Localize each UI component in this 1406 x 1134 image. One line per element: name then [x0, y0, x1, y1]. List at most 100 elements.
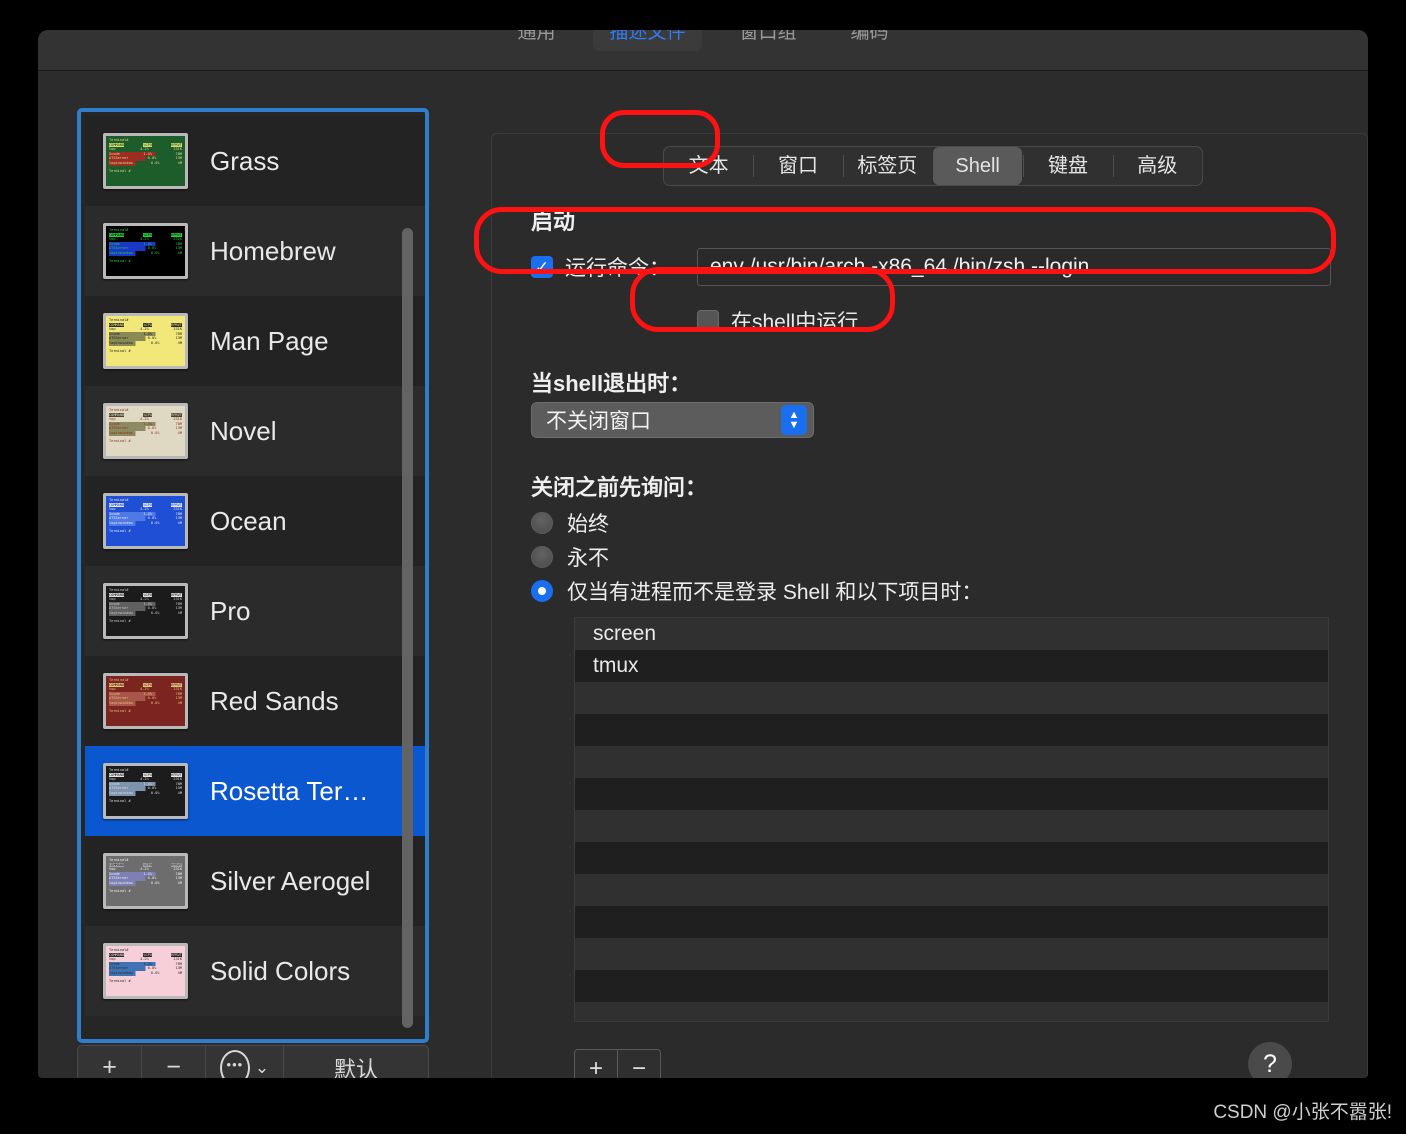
run-command-label: 运行命令：: [565, 257, 670, 280]
profile-thumbnail: Terminal# COMMAND %CPU RPRVT top 4.2% 231K Xcod…: [103, 493, 188, 549]
remove-profile-button[interactable]: −: [142, 1046, 206, 1078]
process-list-empty-row: [575, 810, 1328, 842]
terminal-preferences-window: 通用 描述文件 窗口组 编码 Terminal# COMMAND %CPU RPRVT…: [38, 30, 1368, 1078]
tab-general[interactable]: 通用: [501, 30, 571, 51]
profile-name: Red Sands: [210, 685, 339, 716]
profile-thumbnail: Terminal# COMMAND %CPU RPRVT top 4.2% 231K Xcod…: [103, 763, 188, 819]
chevron-down-icon: ⌄: [254, 1057, 270, 1077]
profiles-list-container: Terminal# COMMAND %CPU RPRVT top 4.2% 231K Xcod…: [77, 108, 429, 1043]
tab-advanced[interactable]: 高级: [1112, 147, 1202, 185]
process-list-empty-row: [575, 746, 1328, 778]
tab-window-groups[interactable]: 窗口组: [724, 30, 813, 51]
profile-thumbnail: Terminal# COMMAND %CPU RPRVT top 4.2% 231K Xcod…: [103, 223, 188, 279]
tab-text[interactable]: 文本: [664, 147, 753, 185]
on-shell-exit-title: 当shell退出时：: [531, 371, 692, 396]
profile-name: Man Page: [210, 325, 329, 356]
run-in-shell-row: 在shell中运行: [697, 306, 858, 336]
profile-list-item[interactable]: Terminal# COMMAND %CPU RPRVT top 4.2% 231K Xcod…: [85, 836, 425, 926]
profiles-sidebar: Terminal# COMMAND %CPU RPRVT top 4.2% 231K Xcod…: [77, 108, 429, 1043]
on-shell-exit-value: 不关闭窗口: [546, 410, 651, 433]
process-list-item[interactable]: screen: [575, 618, 1328, 650]
run-command-checkbox[interactable]: ✓: [531, 256, 553, 278]
preferences-tab-bar[interactable]: 通用 描述文件 窗口组 编码: [38, 30, 1368, 54]
tab-keyboard[interactable]: 键盘: [1023, 147, 1112, 185]
screenshot-root: 通用 描述文件 窗口组 编码 Terminal# COMMAND %CPU RPRVT…: [0, 0, 1406, 1134]
set-default-profile-button[interactable]: 默认: [284, 1046, 428, 1079]
process-list-empty-row: [575, 938, 1328, 970]
profiles-list[interactable]: Terminal# COMMAND %CPU RPRVT top 4.2% 231K Xcod…: [85, 116, 425, 1039]
profile-list-item[interactable]: Terminal# COMMAND %CPU RPRVT top 4.2% 231K Xcod…: [85, 656, 425, 746]
ask-before-closing-title: 关闭之前先询问：: [531, 475, 708, 500]
profile-name: Silver Aerogel: [210, 865, 371, 896]
profile-thumbnail: Terminal# COMMAND %CPU RPRVT top 4.2% 231K Xcod…: [103, 943, 188, 999]
watermark: CSDN @小张不嚣张!: [1213, 1102, 1392, 1123]
run-command-input[interactable]: [697, 248, 1331, 286]
profile-thumbnail: Terminal# COMMAND %CPU RPRVT top 4.2% 231K Xcod…: [103, 313, 188, 369]
sidebar-bottom-toolbar: + − ••• ⌄ 默认: [77, 1045, 429, 1078]
on-shell-exit-select[interactable]: 不关闭窗口 ▲ ▼: [531, 402, 814, 438]
ask-option-never[interactable]: 永不: [531, 542, 609, 572]
process-list-empty-row: [575, 1002, 1328, 1021]
profile-name: Pro: [210, 595, 251, 626]
profile-list-item[interactable]: Terminal# COMMAND %CPU RPRVT top 4.2% 231K Xcod…: [85, 206, 425, 296]
profile-list-item[interactable]: Terminal# COMMAND %CPU RPRVT top 4.2% 231K Xcod…: [85, 116, 425, 206]
process-list-empty-row: [575, 778, 1328, 810]
profile-thumbnail: Terminal# COMMAND %CPU RPRVT top 4.2% 231K Xcod…: [103, 673, 188, 729]
process-list-empty-row: [575, 970, 1328, 1002]
radio-only-processes-label: 仅当有进程而不是登录 Shell 和以下项目时：: [567, 581, 983, 604]
profile-list-item[interactable]: Terminal# COMMAND %CPU RPRVT top 4.2% 231K Xcod…: [85, 476, 425, 566]
profile-list-item[interactable]: Terminal# COMMAND %CPU RPRVT top 4.2% 231K Xcod…: [85, 566, 425, 656]
tab-window[interactable]: 窗口: [753, 147, 842, 185]
process-list-empty-row: [575, 682, 1328, 714]
profile-name: Grass: [210, 145, 280, 176]
add-process-button[interactable]: +: [575, 1050, 617, 1078]
tab-encodings[interactable]: 编码: [835, 30, 905, 51]
tab-profiles[interactable]: 描述文件: [593, 30, 702, 51]
process-list-empty-row: [575, 842, 1328, 874]
startup-section-title: 启动: [531, 209, 576, 234]
profile-list-item[interactable]: Terminal# COMMAND %CPU RPRVT top 4.2% 231K Xcod…: [85, 926, 425, 1016]
sidebar-scrollbar-track[interactable]: [399, 118, 415, 1038]
profile-name: Homebrew: [210, 235, 336, 266]
help-button[interactable]: ?: [1248, 1042, 1292, 1078]
ask-option-only-processes[interactable]: 仅当有进程而不是登录 Shell 和以下项目时：: [531, 576, 982, 606]
profile-settings-pane: 文本 窗口 标签页 Shell 键盘 高级 启动 ✓ 运行命令： 在shell中…: [491, 133, 1368, 1078]
process-list-empty-row: [575, 874, 1328, 906]
profile-thumbnail: Terminal# COMMAND %CPU RPRVT top 4.2% 231K Xcod…: [103, 853, 188, 909]
radio-always-label: 始终: [567, 513, 609, 536]
toolbar-divider: [38, 70, 1368, 71]
tab-shell[interactable]: Shell: [932, 147, 1023, 185]
profile-actions-menu-button[interactable]: ••• ⌄: [206, 1046, 284, 1078]
radio-never[interactable]: [531, 546, 553, 568]
checkmark-icon: ✓: [534, 257, 550, 277]
remove-process-button[interactable]: −: [617, 1050, 660, 1078]
run-in-shell-checkbox[interactable]: [697, 310, 719, 332]
profile-name: Rosetta Ter…: [210, 775, 369, 806]
profile-thumbnail: Terminal# COMMAND %CPU RPRVT top 4.2% 231K Xcod…: [103, 403, 188, 459]
run-command-row: ✓ 运行命令：: [531, 252, 670, 282]
process-list-item[interactable]: tmux: [575, 650, 1328, 682]
radio-always[interactable]: [531, 512, 553, 534]
radio-never-label: 永不: [567, 547, 609, 570]
profile-name: Ocean: [210, 505, 287, 536]
profile-list-item[interactable]: Terminal# COMMAND %CPU RPRVT top 4.2% 231K Xcod…: [85, 386, 425, 476]
process-list[interactable]: screen tmux: [574, 617, 1329, 1022]
radio-only-processes[interactable]: [531, 580, 553, 602]
add-profile-button[interactable]: +: [78, 1046, 142, 1078]
profile-list-item[interactable]: Terminal# COMMAND %CPU RPRVT top 4.2% 231K Xcod…: [85, 746, 425, 836]
run-in-shell-label: 在shell中运行: [731, 311, 859, 334]
profile-thumbnail: Terminal# COMMAND %CPU RPRVT top 4.2% 231K Xcod…: [103, 583, 188, 639]
ellipsis-circle-icon: •••: [219, 1049, 250, 1078]
tab-tab-page[interactable]: 标签页: [842, 147, 932, 185]
profile-name: Novel: [210, 415, 277, 446]
profile-name: Solid Colors: [210, 955, 351, 986]
sidebar-scrollbar-thumb[interactable]: [402, 228, 413, 1028]
process-list-empty-row: [575, 906, 1328, 938]
profile-list-item[interactable]: Terminal# COMMAND %CPU RPRVT top 4.2% 231K Xcod…: [85, 296, 425, 386]
process-list-empty-row: [575, 714, 1328, 746]
profile-thumbnail: Terminal# COMMAND %CPU RPRVT top 4.2% 231K Xcod…: [103, 133, 188, 189]
chevron-up-down-icon: ▲ ▼: [781, 405, 807, 435]
profile-tab-bar[interactable]: 文本 窗口 标签页 Shell 键盘 高级: [663, 146, 1203, 186]
process-list-buttons: + −: [574, 1049, 661, 1078]
ask-option-always[interactable]: 始终: [531, 508, 609, 538]
